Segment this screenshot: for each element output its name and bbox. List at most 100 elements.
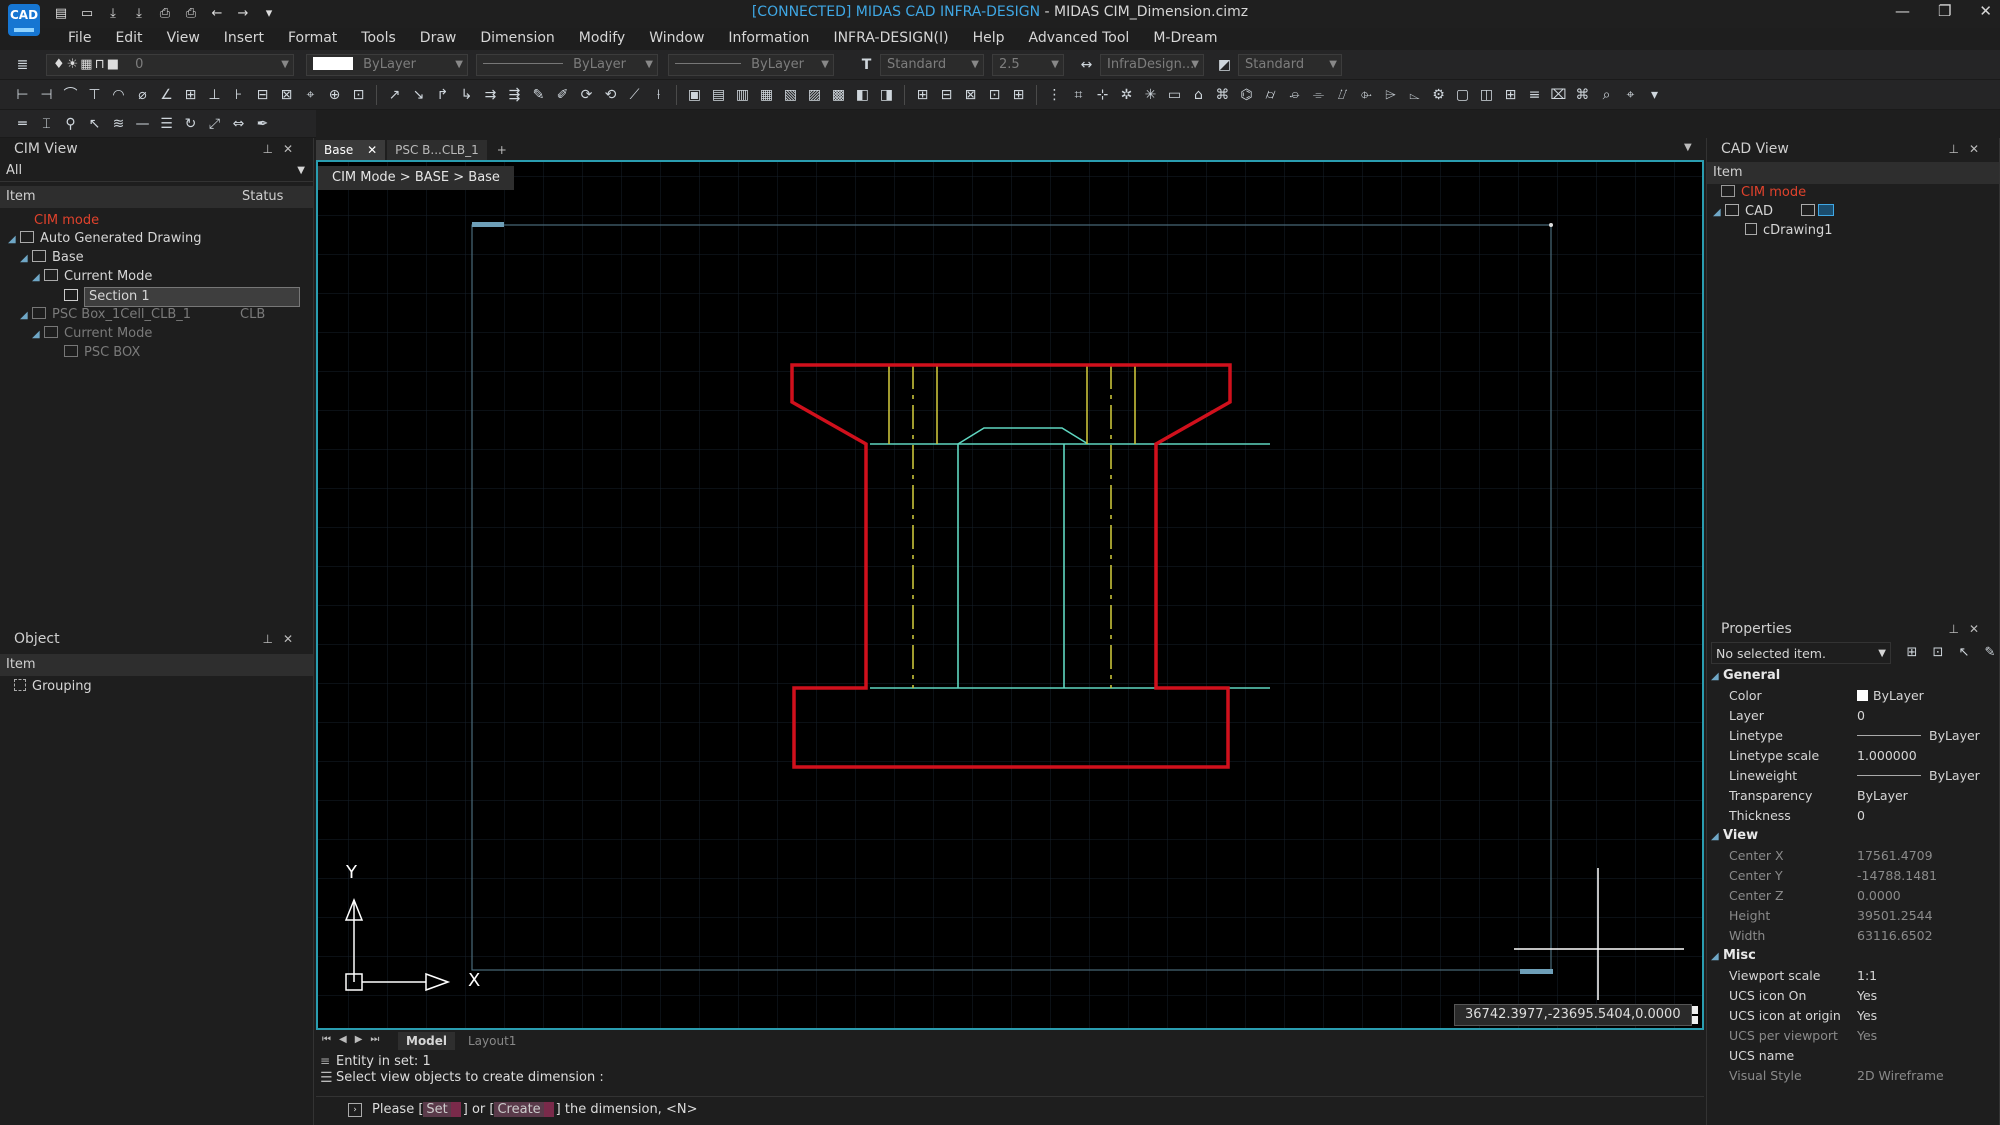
dynamic-input-icon[interactable]: ⌘ (1212, 85, 1233, 105)
expand-arrow-icon[interactable]: ◢ (20, 307, 32, 325)
prop-transparency[interactable]: Transparency ByLayer (1707, 786, 1999, 806)
select-icon[interactable]: ↖ (84, 114, 105, 134)
match-properties-icon[interactable]: ⚲ (60, 114, 81, 134)
column-item[interactable]: Item (1713, 165, 1743, 180)
menu-window[interactable]: Window (637, 28, 716, 50)
dim-center-icon[interactable]: ⊕ (324, 85, 345, 105)
expand-arrow-icon[interactable]: ◢ (1711, 667, 1723, 687)
snap-icon[interactable]: ⌗ (1068, 85, 1089, 105)
tree-node-section-1[interactable]: Section 1 (64, 287, 300, 307)
menu-m-dream[interactable]: M-Dream (1141, 28, 1229, 50)
pin-icon[interactable]: ⊥ (262, 142, 282, 156)
close-icon[interactable]: ✕ (1969, 622, 1989, 636)
dim-space-icon[interactable]: ⊟ (252, 85, 273, 105)
layer-walk-icon[interactable]: ≋ (108, 114, 129, 134)
column-status[interactable]: Status (242, 186, 283, 208)
menu-view[interactable]: View (155, 28, 212, 50)
column-item[interactable]: Item (6, 189, 36, 204)
dim-edit-icon[interactable]: ✎ (528, 85, 549, 105)
object-item-grouping[interactable]: Grouping (14, 678, 92, 696)
expand-arrow-icon[interactable]: ◢ (8, 231, 20, 249)
dimension-style-icon[interactable]: ↔ (1076, 55, 1097, 75)
tab-base[interactable]: Base ✕ (316, 140, 386, 160)
selection-cycling-icon[interactable]: ⌮ (1284, 85, 1305, 105)
viewport-icon[interactable]: ⌲ (1380, 85, 1401, 105)
table-insert-col-icon[interactable]: ⊠ (960, 85, 981, 105)
close-button[interactable]: ✕ (1979, 2, 1992, 20)
tree-node-current-mode-2[interactable]: ◢ Current Mode (32, 325, 152, 343)
menu-insert[interactable]: Insert (212, 28, 276, 50)
prop-lineweight[interactable]: Lineweight ByLayer (1707, 766, 1999, 786)
viewport-grip-top[interactable] (472, 222, 504, 227)
text-style-combo[interactable]: Standard ▼ (880, 54, 984, 76)
leader-collect-icon[interactable]: ⇶ (504, 85, 525, 105)
leader-icon[interactable]: ↗ (384, 85, 405, 105)
cad-node-cdrawing1[interactable]: cDrawing1 (1745, 222, 1832, 240)
text-style-icon[interactable]: T (856, 55, 877, 75)
region-icon[interactable]: ▩ (828, 85, 849, 105)
expand-arrow-icon[interactable]: ◢ (1711, 947, 1723, 967)
dim-radius-icon[interactable]: ◠ (108, 85, 129, 105)
menu-draw[interactable]: Draw (408, 28, 469, 50)
grid-icon[interactable]: ⋮ (1044, 85, 1065, 105)
pin-icon[interactable]: ⊥ (1948, 142, 1968, 156)
pickadd-icon[interactable]: ↖ (1955, 644, 1973, 662)
tree-node-current-mode[interactable]: ◢ Current Mode (32, 268, 152, 286)
selection-dropdown[interactable]: No selected item. ▼ (1711, 642, 1891, 664)
drawing-canvas[interactable]: Y X (316, 160, 1704, 1030)
hatch-icon[interactable]: ▧ (780, 85, 801, 105)
table-insert-row-icon[interactable]: ⊟ (936, 85, 957, 105)
edit-icon[interactable]: ✎ (1981, 644, 1999, 662)
tree-node-psc-box-section[interactable]: PSC BOX (64, 344, 140, 362)
dim-angular-icon[interactable]: ∠ (156, 85, 177, 105)
tab-layout1[interactable]: Layout1 (460, 1032, 524, 1050)
dim-diameter-icon[interactable]: ⌀ (132, 85, 153, 105)
polar-icon[interactable]: ✲ (1116, 85, 1137, 105)
table-icon[interactable]: ⊞ (912, 85, 933, 105)
menu-edit[interactable]: Edit (103, 28, 154, 50)
settings-icon[interactable]: ⚙ (1428, 85, 1449, 105)
dimension-style-combo[interactable]: InfraDesign... ▼ (1100, 54, 1204, 76)
lineweight-display-icon[interactable]: ⌬ (1236, 85, 1257, 105)
wipeout-icon[interactable]: ◨ (876, 85, 897, 105)
expand-arrow-icon[interactable]: ◢ (1711, 827, 1723, 847)
prop-color[interactable]: Color ByLayer (1707, 686, 1999, 706)
tree-node-psc-box[interactable]: ◢ PSC Box_1Cell_CLB_1 CLB (20, 306, 310, 324)
window-frame-icon[interactable]: ▢ (1452, 85, 1473, 105)
tab-list-chevron-icon[interactable]: ▼ (1684, 142, 1692, 153)
annotation-icon[interactable]: ⌰ (1332, 85, 1353, 105)
model-view-icon[interactable] (1800, 204, 1815, 216)
dim-override-icon[interactable]: ⟲ (600, 85, 621, 105)
transparency-icon[interactable]: ⌭ (1260, 85, 1281, 105)
line-icon[interactable]: ═ (12, 114, 33, 134)
lock-ui-icon[interactable]: ⌖ (1620, 85, 1641, 105)
section-general[interactable]: ◢ General (1707, 666, 1999, 686)
table-unmerge-icon[interactable]: ⊞ (1008, 85, 1029, 105)
close-icon[interactable]: ✕ (1969, 142, 1989, 156)
stretch-icon[interactable]: ⇔ (228, 114, 249, 134)
leader-add-icon[interactable]: ↱ (432, 85, 453, 105)
cad-node-cad[interactable]: ◢ CAD (1713, 203, 1834, 221)
dim-break-icon[interactable]: ⊠ (276, 85, 297, 105)
hardware-icon[interactable]: ⌕ (1596, 85, 1617, 105)
cad-node-cim-mode[interactable]: CIM mode (1721, 184, 1806, 202)
cim-filter-dropdown[interactable]: All ▼ (0, 160, 313, 182)
command-menu-icon[interactable]: ☰ (320, 1070, 333, 1086)
dynamic-ucs-icon[interactable]: ⌂ (1188, 85, 1209, 105)
dim-continue-icon[interactable]: ⊦ (228, 85, 249, 105)
table-merge-icon[interactable]: ⊡ (984, 85, 1005, 105)
select-objects-icon[interactable]: ⊡ (1929, 644, 1947, 662)
next-layout-icon[interactable]: ▶ (355, 1034, 371, 1045)
block-insert-icon[interactable]: ▣ (684, 85, 705, 105)
command-handle-icon[interactable]: ≡ (320, 1054, 330, 1068)
attribute-icon[interactable]: ▦ (756, 85, 777, 105)
leader-align-icon[interactable]: ⇉ (480, 85, 501, 105)
prop-ucs-name[interactable]: UCS name (1707, 1046, 1999, 1066)
isolate-icon[interactable]: ⌘ (1572, 85, 1593, 105)
dim-oblique-icon[interactable]: ⟋ (624, 85, 645, 105)
dim-quick-icon[interactable]: ⊞ (180, 85, 201, 105)
last-layout-icon[interactable]: ⏭ (370, 1034, 387, 1045)
dim-linear-icon[interactable]: ⊢ (12, 85, 33, 105)
close-icon[interactable]: ✕ (283, 632, 303, 646)
prop-thickness[interactable]: Thickness 0 (1707, 806, 1999, 826)
